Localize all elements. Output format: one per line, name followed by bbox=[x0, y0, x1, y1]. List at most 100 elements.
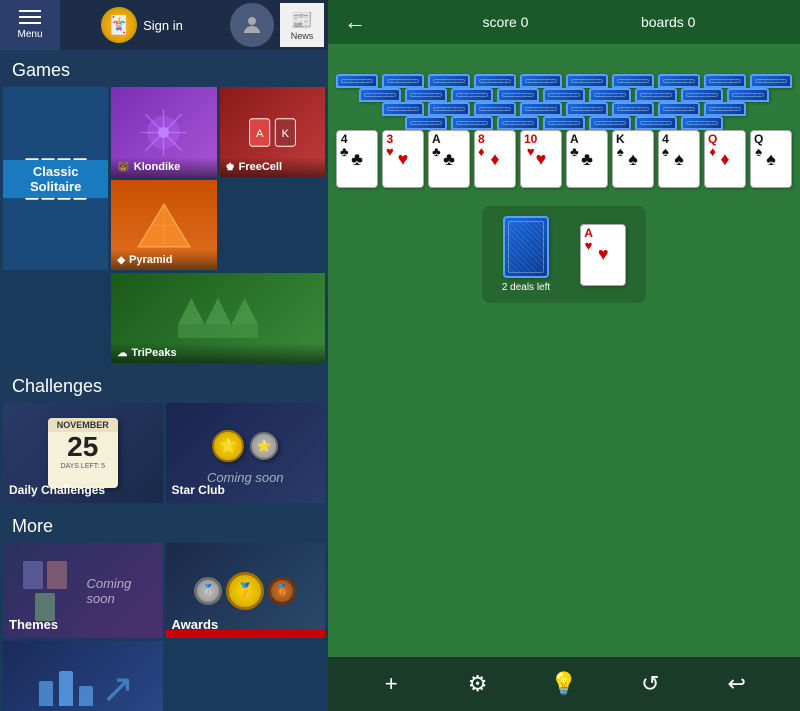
challenge-tile-daily[interactable]: NOVEMBER 25 DAYS LEFT: 5 Daily Challenge… bbox=[3, 403, 163, 503]
card-row-1 bbox=[336, 74, 792, 88]
daily-challenges-label: Daily Challenges bbox=[9, 483, 105, 497]
card-r5-c1[interactable]: 4 ♣ ♣ bbox=[336, 130, 378, 188]
card-r5-c8[interactable]: 4 ♠ ♠ bbox=[658, 130, 700, 188]
settings-button[interactable]: ⚙ bbox=[456, 662, 500, 706]
app-header: Menu 🃏 Sign in 📰 News bbox=[0, 0, 328, 50]
hamburger-line-1 bbox=[19, 10, 41, 12]
awards-medals: 🥈 🥇 🥉 bbox=[194, 572, 296, 610]
medal-gold: 🥇 bbox=[226, 572, 264, 610]
tripeaks-label: ☁ TriPeaks bbox=[111, 343, 325, 363]
klondike-label: 🐻 Klondike bbox=[111, 157, 216, 177]
game-tile-pyramid[interactable]: ◆ Pyramid bbox=[111, 180, 216, 270]
game-area: // We'll render this via JS below 4 ♣ ♣ bbox=[328, 44, 800, 657]
theme-card-2 bbox=[47, 561, 67, 589]
card-r5-c10[interactable]: Q ♠ ♠ bbox=[750, 130, 792, 188]
left-panel: Menu 🃏 Sign in 📰 News Games A bbox=[0, 0, 328, 711]
bar-2 bbox=[59, 671, 73, 706]
tripeaks-svg bbox=[178, 293, 258, 343]
card-r1-c7 bbox=[612, 74, 654, 88]
more-tile-themes[interactable]: Coming soon Themes bbox=[3, 543, 163, 638]
card-r2-c6 bbox=[589, 88, 631, 102]
klondike-icon: 🐻 bbox=[117, 162, 129, 173]
card-r5-c2[interactable]: 3 ♥ ♥ bbox=[382, 130, 424, 188]
klondike-label-text: Klondike bbox=[134, 161, 180, 173]
avatar-icon bbox=[240, 13, 264, 37]
calendar-days-left: DAYS LEFT: 5 bbox=[60, 463, 105, 470]
game-tile-classic[interactable]: A K Q J 9 8 7 6 Classic Solitaire bbox=[3, 87, 108, 270]
awards-label: Awards bbox=[172, 617, 219, 632]
card-suit: ♥ bbox=[585, 239, 593, 252]
hint-button[interactable]: 💡 bbox=[542, 662, 586, 706]
more-tile-statistics[interactable]: ↗ Statistics bbox=[3, 641, 163, 711]
game-header: ← score 0 boards 0 bbox=[328, 0, 800, 44]
score-display: score 0 bbox=[483, 14, 529, 30]
deal-area: 2 deals left A ♥ ♥ bbox=[482, 206, 646, 303]
challenge-tile-starclub[interactable]: ⭐ ⭐ Coming soon Star Club bbox=[166, 403, 326, 503]
themes-label: Themes bbox=[9, 617, 58, 632]
deck-card[interactable] bbox=[503, 216, 549, 278]
coin-gold: ⭐ bbox=[212, 430, 244, 462]
menu-button[interactable]: Menu bbox=[0, 0, 60, 50]
calendar-day: 25 bbox=[67, 432, 98, 463]
avatar-button[interactable] bbox=[230, 3, 274, 47]
card-r4-c6 bbox=[635, 116, 677, 130]
card-r5-c5[interactable]: 10 ♥ ♥ bbox=[520, 130, 562, 188]
undo2-button[interactable]: ↺ bbox=[628, 662, 672, 706]
card-r3-c6 bbox=[612, 102, 654, 116]
card-value: A bbox=[584, 227, 593, 239]
bar-1 bbox=[39, 681, 53, 706]
logo-area: 🃏 Sign in bbox=[60, 7, 224, 43]
challenges-section-title: Challenges bbox=[0, 366, 328, 403]
deal-left: 2 deals left bbox=[502, 216, 550, 293]
back-button[interactable]: ← bbox=[340, 5, 370, 39]
add-button[interactable]: + bbox=[369, 662, 413, 706]
card-r5-c4[interactable]: 8 ♦ ♦ bbox=[474, 130, 516, 188]
card-r5-c3[interactable]: A ♣ ♣ bbox=[428, 130, 470, 188]
game-tile-klondike[interactable]: 🐻 Klondike bbox=[111, 87, 216, 177]
card-r1-c8 bbox=[658, 74, 700, 88]
card-row-2 bbox=[359, 88, 769, 102]
undo-button[interactable]: ↩ bbox=[715, 662, 759, 706]
card-top-left: A ♥ bbox=[584, 227, 593, 252]
themes-coming-soon: Coming soon bbox=[86, 576, 162, 606]
card-r3-c5 bbox=[566, 102, 608, 116]
news-label: News bbox=[291, 31, 314, 41]
card-r4-c4 bbox=[543, 116, 585, 130]
game-tile-freecell[interactable]: A K ♚ FreeCell bbox=[220, 87, 325, 177]
pyramid-label: ◆ Pyramid bbox=[111, 250, 216, 270]
game-tile-tripeaks[interactable]: ☁ TriPeaks bbox=[111, 273, 325, 363]
card-r5-c9[interactable]: Q ♦ ♦ bbox=[704, 130, 746, 188]
ace-hearts-card[interactable]: A ♥ ♥ bbox=[580, 224, 626, 286]
freecell-label: ♚ FreeCell bbox=[220, 157, 325, 177]
card-r3-c2 bbox=[428, 102, 470, 116]
bar-3 bbox=[79, 686, 93, 706]
face-up-card[interactable]: A ♥ ♥ bbox=[580, 224, 626, 286]
freecell-illustration: A K bbox=[245, 105, 300, 160]
calendar-widget: NOVEMBER 25 DAYS LEFT: 5 bbox=[48, 418, 118, 488]
more-tile-awards[interactable]: 🥈 🥇 🥉 Awards bbox=[166, 543, 326, 638]
card-r2-c2 bbox=[405, 88, 447, 102]
deal-count: 2 deals left bbox=[502, 282, 550, 293]
card-r1-c5 bbox=[520, 74, 562, 88]
news-button[interactable]: 📰 News bbox=[280, 3, 324, 47]
stats-chart bbox=[31, 663, 101, 711]
stats-bg: ↗ bbox=[3, 641, 163, 711]
svg-text:A: A bbox=[256, 128, 264, 140]
card-r5-c6[interactable]: A ♣ ♣ bbox=[566, 130, 608, 188]
logo-icon: 🃏 bbox=[101, 7, 137, 43]
sign-in-text[interactable]: Sign in bbox=[143, 18, 183, 33]
menu-label: Menu bbox=[17, 29, 42, 40]
card-r4-c5 bbox=[589, 116, 631, 130]
more-section-title: More bbox=[0, 506, 328, 543]
games-section-title: Games bbox=[0, 50, 328, 87]
card-row-3 bbox=[382, 102, 746, 116]
card-r3-c3 bbox=[474, 102, 516, 116]
right-panel: ← score 0 boards 0 // We'll render this … bbox=[328, 0, 800, 711]
card-r3-c8 bbox=[704, 102, 746, 116]
card-r4-c3 bbox=[497, 116, 539, 130]
card-r5-c7[interactable]: K ♠ ♠ bbox=[612, 130, 654, 188]
card-r2-c5 bbox=[543, 88, 585, 102]
starclub-label: Star Club bbox=[172, 483, 225, 497]
pyramid-area: 4 ♣ ♣ 3 ♥ ♥ A ♣ ♣ bbox=[336, 74, 792, 188]
classic-solitaire-label: Classic Solitaire bbox=[3, 160, 108, 198]
